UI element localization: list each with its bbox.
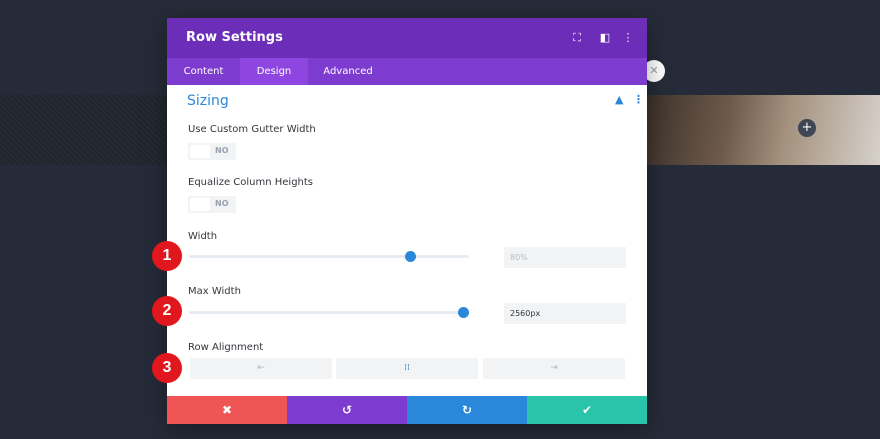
modal-footer: ✖ ↺ ↻ ✔ [167, 396, 647, 424]
row-alignment-label: Row Alignment [188, 342, 264, 353]
gutter-width-label: Use Custom Gutter Width [188, 124, 316, 135]
step-marker-3: 3 [152, 353, 182, 383]
fullscreen-icon[interactable]: ⛶ [570, 31, 584, 45]
toggle-knob [190, 145, 210, 158]
max-width-slider-handle[interactable] [458, 307, 470, 318]
redo-button[interactable]: ↻ [407, 396, 527, 424]
split-view-icon[interactable]: ◧ [598, 31, 612, 45]
width-slider-handle[interactable] [405, 251, 417, 262]
tab-content[interactable]: Content [167, 58, 240, 85]
max-width-label: Max Width [188, 286, 241, 297]
equalize-heights-label: Equalize Column Heights [188, 177, 314, 188]
step-marker-2: 2 [152, 296, 182, 326]
equalize-heights-toggle[interactable]: NO [188, 196, 236, 213]
modal-tabs: Content Design Advanced [167, 58, 647, 85]
tab-design[interactable]: Design [240, 58, 308, 85]
gutter-width-toggle[interactable]: NO [188, 143, 236, 160]
section-title-sizing[interactable]: Sizing [187, 93, 229, 109]
save-button[interactable]: ✔ [527, 396, 647, 424]
toggle-knob [190, 198, 210, 211]
background-pattern [0, 95, 170, 165]
toggle-state: NO [215, 146, 229, 155]
chevron-up-icon[interactable]: ▲ [615, 93, 623, 106]
background-image [646, 95, 880, 165]
width-slider[interactable] [189, 251, 469, 262]
align-left-button[interactable]: ⇤ [190, 358, 332, 379]
cancel-button[interactable]: ✖ [167, 396, 287, 424]
undo-button[interactable]: ↺ [287, 396, 407, 424]
toggle-state: NO [215, 199, 229, 208]
modal-title: Row Settings [186, 30, 283, 45]
step-marker-1: 1 [152, 241, 182, 271]
more-options-icon[interactable]: ⋮ [621, 31, 635, 45]
settings-content: Sizing ▲ ⋮ Use Custom Gutter Width NO Eq… [167, 85, 647, 397]
section-options-icon[interactable]: ⋮ [633, 93, 644, 106]
width-label: Width [188, 231, 218, 242]
align-center-button[interactable]: ⁞⁞ [336, 358, 478, 379]
max-width-input[interactable] [504, 303, 626, 324]
modal-header: Row Settings ⛶ ◧ ⋮ [167, 18, 647, 58]
row-settings-modal: Row Settings ⛶ ◧ ⋮ Content Design Advanc… [167, 18, 647, 424]
max-width-slider[interactable] [189, 307, 470, 318]
width-input[interactable] [504, 247, 626, 268]
add-module-plus-icon[interactable]: + [798, 119, 816, 137]
tab-advanced[interactable]: Advanced [308, 58, 388, 85]
align-right-button[interactable]: ⇥ [483, 358, 625, 379]
